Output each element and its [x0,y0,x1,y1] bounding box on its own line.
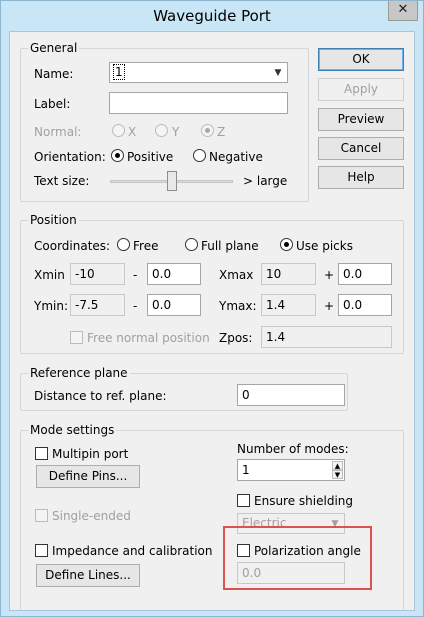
name-select[interactable]: 1 ▼ [109,62,288,83]
apply-button[interactable]: Apply [318,78,404,101]
ymax-label: Ymax: [219,299,257,313]
reference-legend: Reference plane [28,366,130,380]
orientation-positive-label: Positive [127,150,174,164]
general-legend: General [28,41,80,55]
define-lines-button[interactable]: Define Lines... [36,564,140,587]
multipin-label: Multipin port [52,447,129,461]
ymin-field[interactable]: -7.5 [70,294,125,316]
impedance-checkbox[interactable] [35,544,48,557]
title-bar: Waveguide Port ✕ [1,1,423,31]
ensure-shielding-checkbox[interactable] [237,494,250,507]
label-label: Label: [34,97,71,111]
dialog-window: Waveguide Port ✕ General Name: 1 ▼ Label… [0,0,424,617]
free-normal-checkbox[interactable] [70,331,83,344]
coordinates-label: Coordinates: [34,239,111,253]
normal-y-radio[interactable] [155,124,168,137]
highlight-box [223,526,372,590]
xmin-field[interactable]: -10 [70,263,125,285]
orientation-positive-radio[interactable] [111,149,124,162]
window-title: Waveguide Port [153,7,271,25]
orientation-negative-radio[interactable] [193,149,206,162]
num-modes-input[interactable]: 1 ▲ ▼ [237,459,345,481]
dialog-client: General Name: 1 ▼ Label: Normal: X Y Z O… [9,31,415,611]
ymax-offset-input[interactable]: 0.0 [338,294,392,316]
num-modes-label: Number of modes: [237,442,349,456]
spin-up-icon[interactable]: ▲ [332,461,343,470]
name-value: 1 [113,64,125,80]
zpos-label: Zpos: [219,331,253,345]
ok-button[interactable]: OK [318,48,404,71]
textsize-label: Text size: [34,174,90,188]
help-button[interactable]: Help [318,166,404,189]
normal-x-label: X [128,125,137,139]
orientation-negative-label: Negative [209,150,263,164]
ymax-plus: + [324,299,335,313]
normal-x-radio[interactable] [112,124,125,137]
xmax-field[interactable]: 10 [261,263,316,285]
orientation-label: Orientation: [34,150,106,164]
num-modes-value: 1 [242,463,250,477]
xmax-plus: + [324,268,335,282]
impedance-label: Impedance and calibration [52,544,213,558]
coord-usepicks-radio[interactable] [280,238,293,251]
ensure-shielding-label: Ensure shielding [254,494,353,508]
name-label: Name: [34,67,74,81]
coord-fullplane-label: Full plane [201,239,259,253]
single-ended-label: Single-ended [52,509,131,523]
free-normal-label: Free normal position [87,331,210,345]
distance-label: Distance to ref. plane: [34,389,167,403]
coord-fullplane-radio[interactable] [185,238,198,251]
ymin-minus: - [133,299,138,313]
preview-button[interactable]: Preview [318,108,404,131]
coord-free-radio[interactable] [117,238,130,251]
chevron-down-icon: ▼ [274,68,282,78]
textsize-right-label: > large [243,174,288,188]
xmin-label: Xmin [34,268,65,282]
zpos-field[interactable]: 1.4 [261,326,392,348]
xmax-label: Xmax [219,268,254,282]
coord-free-label: Free [133,239,159,253]
define-pins-button[interactable]: Define Pins... [36,465,140,488]
normal-z-radio[interactable] [201,124,214,137]
normal-label: Normal: [34,125,82,139]
coord-usepicks-label: Use picks [296,239,353,253]
close-button[interactable]: ✕ [388,1,418,21]
position-legend: Position [28,213,79,227]
normal-y-label: Y [172,125,180,139]
xmax-offset-input[interactable]: 0.0 [338,263,392,285]
normal-z-label: Z [217,125,226,139]
xmin-offset-input[interactable]: 0.0 [147,263,201,285]
single-ended-checkbox[interactable] [35,509,48,522]
xmin-minus: - [133,268,138,282]
distance-input[interactable]: 0 [237,384,345,406]
ymin-offset-input[interactable]: 0.0 [147,294,201,316]
cancel-button[interactable]: Cancel [318,137,404,160]
spin-down-icon[interactable]: ▼ [332,470,343,479]
ymax-field[interactable]: 1.4 [261,294,316,316]
ymin-label: Ymin: [34,299,69,313]
textsize-slider-thumb[interactable] [167,171,177,191]
modes-legend: Mode settings [28,423,117,437]
multipin-checkbox[interactable] [35,447,48,460]
label-input[interactable] [109,92,288,114]
